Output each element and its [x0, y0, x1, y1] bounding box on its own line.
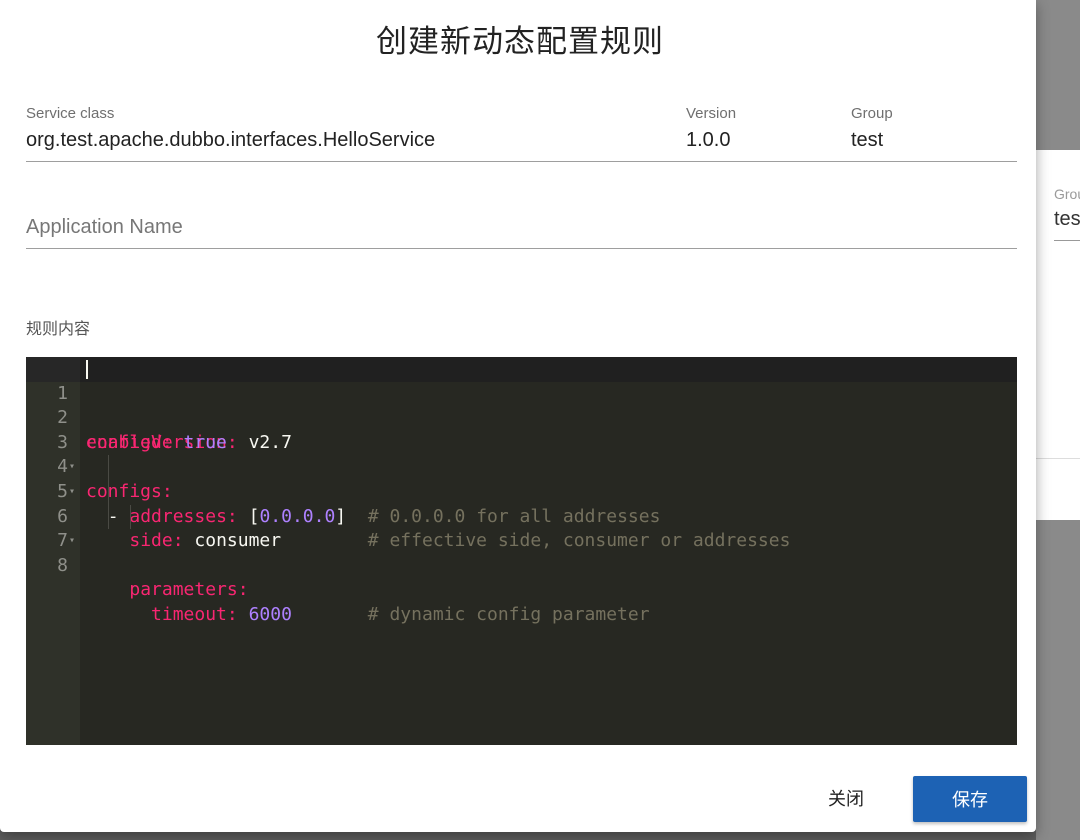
- application-name-input[interactable]: Application Name: [26, 216, 183, 239]
- code-line: 8: [26, 529, 1017, 576]
- service-fields-underline: [26, 161, 1017, 162]
- rule-content-label: 规则内容: [26, 321, 91, 338]
- background-divider: [1036, 458, 1080, 459]
- code-line: 5 side: consumer # effective side, consu…: [26, 455, 1017, 551]
- indent-guide: [108, 455, 109, 480]
- yaml-key: timeout:: [151, 603, 238, 625]
- dialog-title: 创建新动态配置规则: [376, 24, 664, 59]
- version-label: Version: [686, 105, 737, 122]
- background-card: [1036, 150, 1080, 520]
- create-rule-dialog: 创建新动态配置规则 Service class org.test.apache.…: [0, 0, 1036, 832]
- group-value[interactable]: test: [851, 129, 883, 152]
- text-cursor: [86, 360, 88, 379]
- indent-guide: [130, 504, 131, 530]
- code-line: 2 enabled: true: [26, 382, 1017, 453]
- yaml-comment: # dynamic config parameter: [367, 603, 650, 625]
- code-line: 4 ▾ - addresses: [0.0.0.0] # 0.0.0.0 for…: [26, 431, 1017, 526]
- rule-code-editor[interactable]: 1 configVersion: v2.7 2 enabled: true 3 …: [26, 357, 1017, 745]
- background-group-value: tes: [1054, 208, 1080, 230]
- background-group-label: Grou: [1054, 186, 1080, 202]
- save-button[interactable]: 保存: [913, 776, 1027, 822]
- service-class-label: Service class: [26, 105, 115, 122]
- indent-guide: [108, 504, 109, 530]
- code-line: 7 timeout: 6000 # dynamic config paramet…: [26, 504, 1017, 625]
- indent-guide: [108, 479, 109, 505]
- close-button[interactable]: 关闭: [806, 776, 886, 820]
- code-line: 3 ▾ configs:: [26, 406, 1017, 502]
- yaml-value: 6000: [248, 603, 292, 625]
- application-name-underline: [26, 248, 1017, 249]
- group-label: Group: [851, 105, 893, 122]
- line-number: 8: [57, 554, 68, 576]
- version-value[interactable]: 1.0.0: [686, 129, 730, 152]
- service-class-value[interactable]: org.test.apache.dubbo.interfaces.HelloSe…: [26, 129, 435, 152]
- yaml-key: parameters:: [129, 579, 249, 601]
- code-line: 1 configVersion: v2.7: [26, 357, 1017, 453]
- background-divider: [1054, 240, 1080, 241]
- code-line: 6 ▾ parameters:: [26, 479, 1017, 600]
